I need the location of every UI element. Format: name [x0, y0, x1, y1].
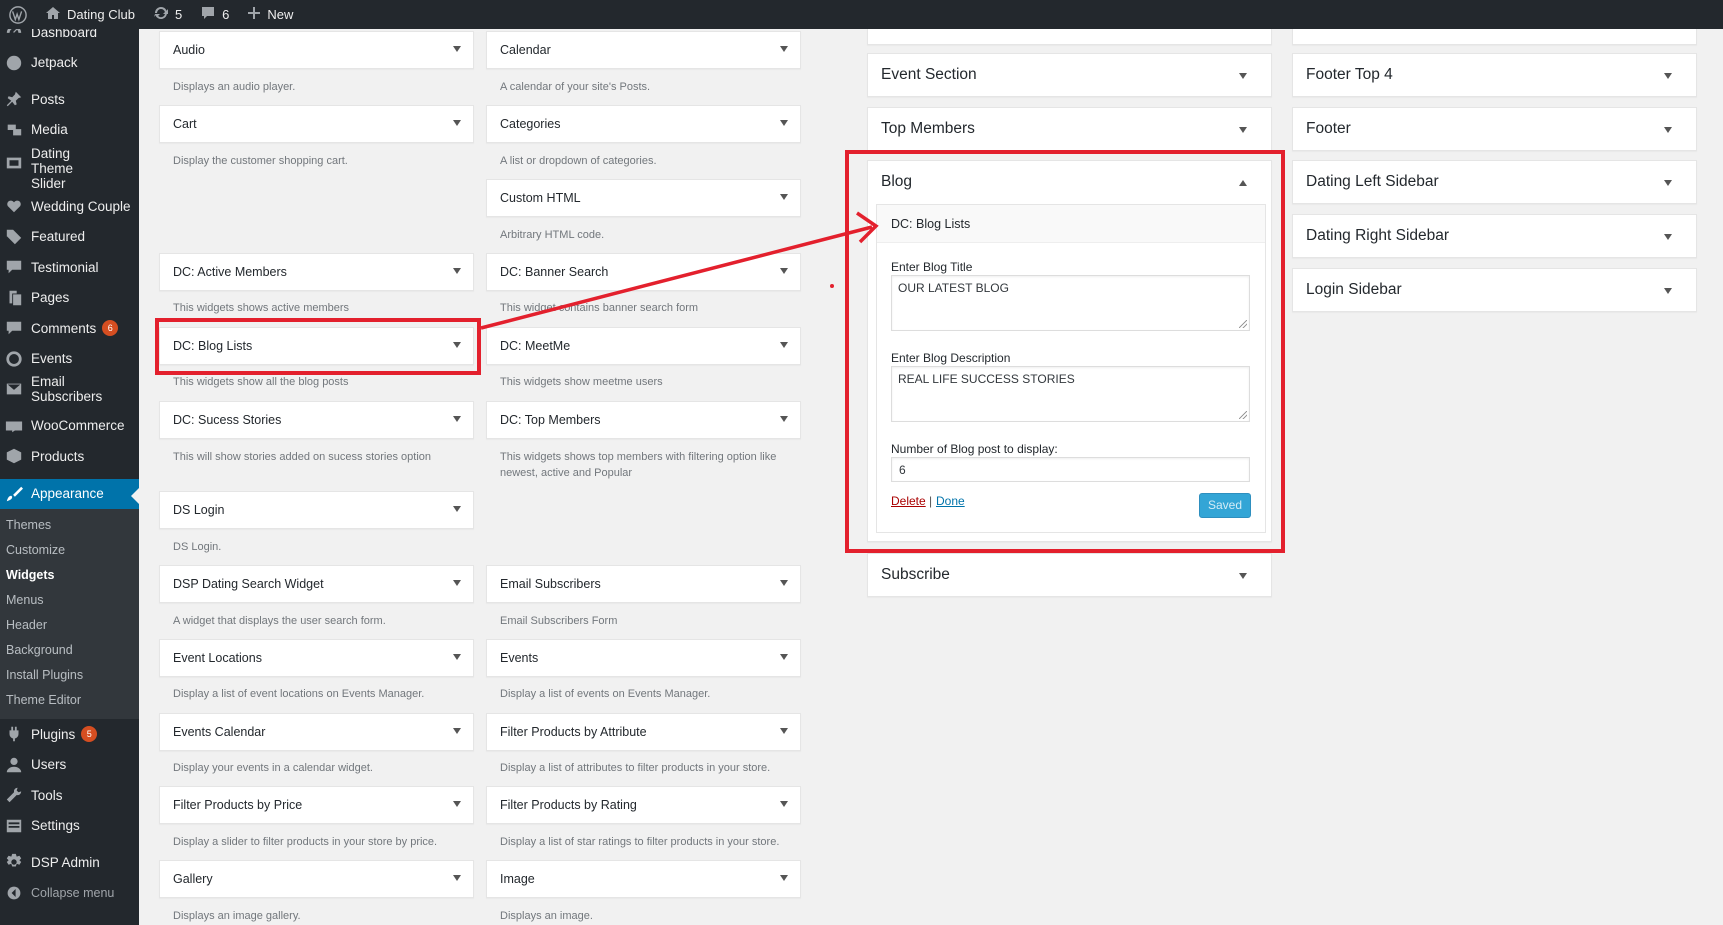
admin-bar: Dating Club 5 6 New	[0, 0, 1723, 29]
wordpress-logo-icon[interactable]	[0, 0, 36, 29]
site-name-link[interactable]: Dating Club	[36, 0, 144, 29]
updates-icon	[153, 5, 169, 24]
comments-count: 6	[222, 7, 230, 22]
home-icon	[45, 5, 61, 24]
updates-link[interactable]: 5	[144, 0, 191, 29]
plus-icon	[247, 6, 261, 23]
new-label: New	[267, 7, 294, 22]
comments-link[interactable]: 6	[191, 0, 238, 29]
annotation-arrow	[480, 211, 879, 330]
updates-count: 5	[174, 7, 183, 22]
site-name: Dating Club	[67, 7, 135, 22]
comment-bubble-icon	[200, 5, 216, 24]
new-content-link[interactable]: New	[238, 0, 302, 29]
